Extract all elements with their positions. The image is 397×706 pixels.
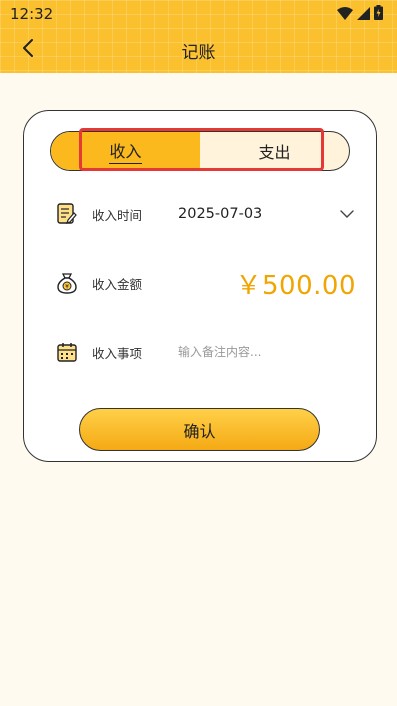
chevron-left-icon [21,39,35,61]
battery-icon [374,4,383,24]
tab-income[interactable]: 收入 [51,132,200,170]
status-time: 12:32 [10,5,54,23]
wifi-icon [337,5,353,24]
date-label: 收入时间 [92,207,143,223]
entry-card: 收入 支出 收入时间 2025-07-03 ¥ 收入金额 ￥500.00 收入事… [23,110,377,462]
tab-income-label: 收入 [109,138,142,164]
chevron-down-icon[interactable] [338,205,356,223]
calendar-icon [56,341,78,363]
back-button[interactable] [12,34,44,66]
signal-icon [357,5,370,24]
note-row[interactable]: 收入事项 [56,337,356,367]
confirm-button-label: 确认 [183,421,216,441]
note-label: 收入事项 [92,345,143,361]
status-icons [337,4,383,24]
notepad-icon [56,203,78,225]
amount-value[interactable]: ￥500.00 [236,265,356,302]
amount-label: 收入金额 [92,276,143,292]
status-bar: 12:32 [0,0,397,28]
money-bag-icon: ¥ [56,272,78,294]
tab-expense[interactable]: 支出 [200,132,349,170]
top-bar: 12:32 记账 [0,0,397,73]
date-value[interactable]: 2025-07-03 [178,206,338,222]
note-input[interactable] [178,345,348,359]
tab-expense-label: 支出 [258,143,291,162]
page-title: 记账 [181,43,216,63]
type-tabs: 收入 支出 [50,131,350,171]
svg-text:¥: ¥ [65,284,69,291]
amount-row[interactable]: ¥ 收入金额 ￥500.00 [56,268,356,301]
date-row[interactable]: 收入时间 2025-07-03 [56,199,356,229]
header: 记账 [0,28,397,73]
confirm-button[interactable]: 确认 [79,408,320,451]
